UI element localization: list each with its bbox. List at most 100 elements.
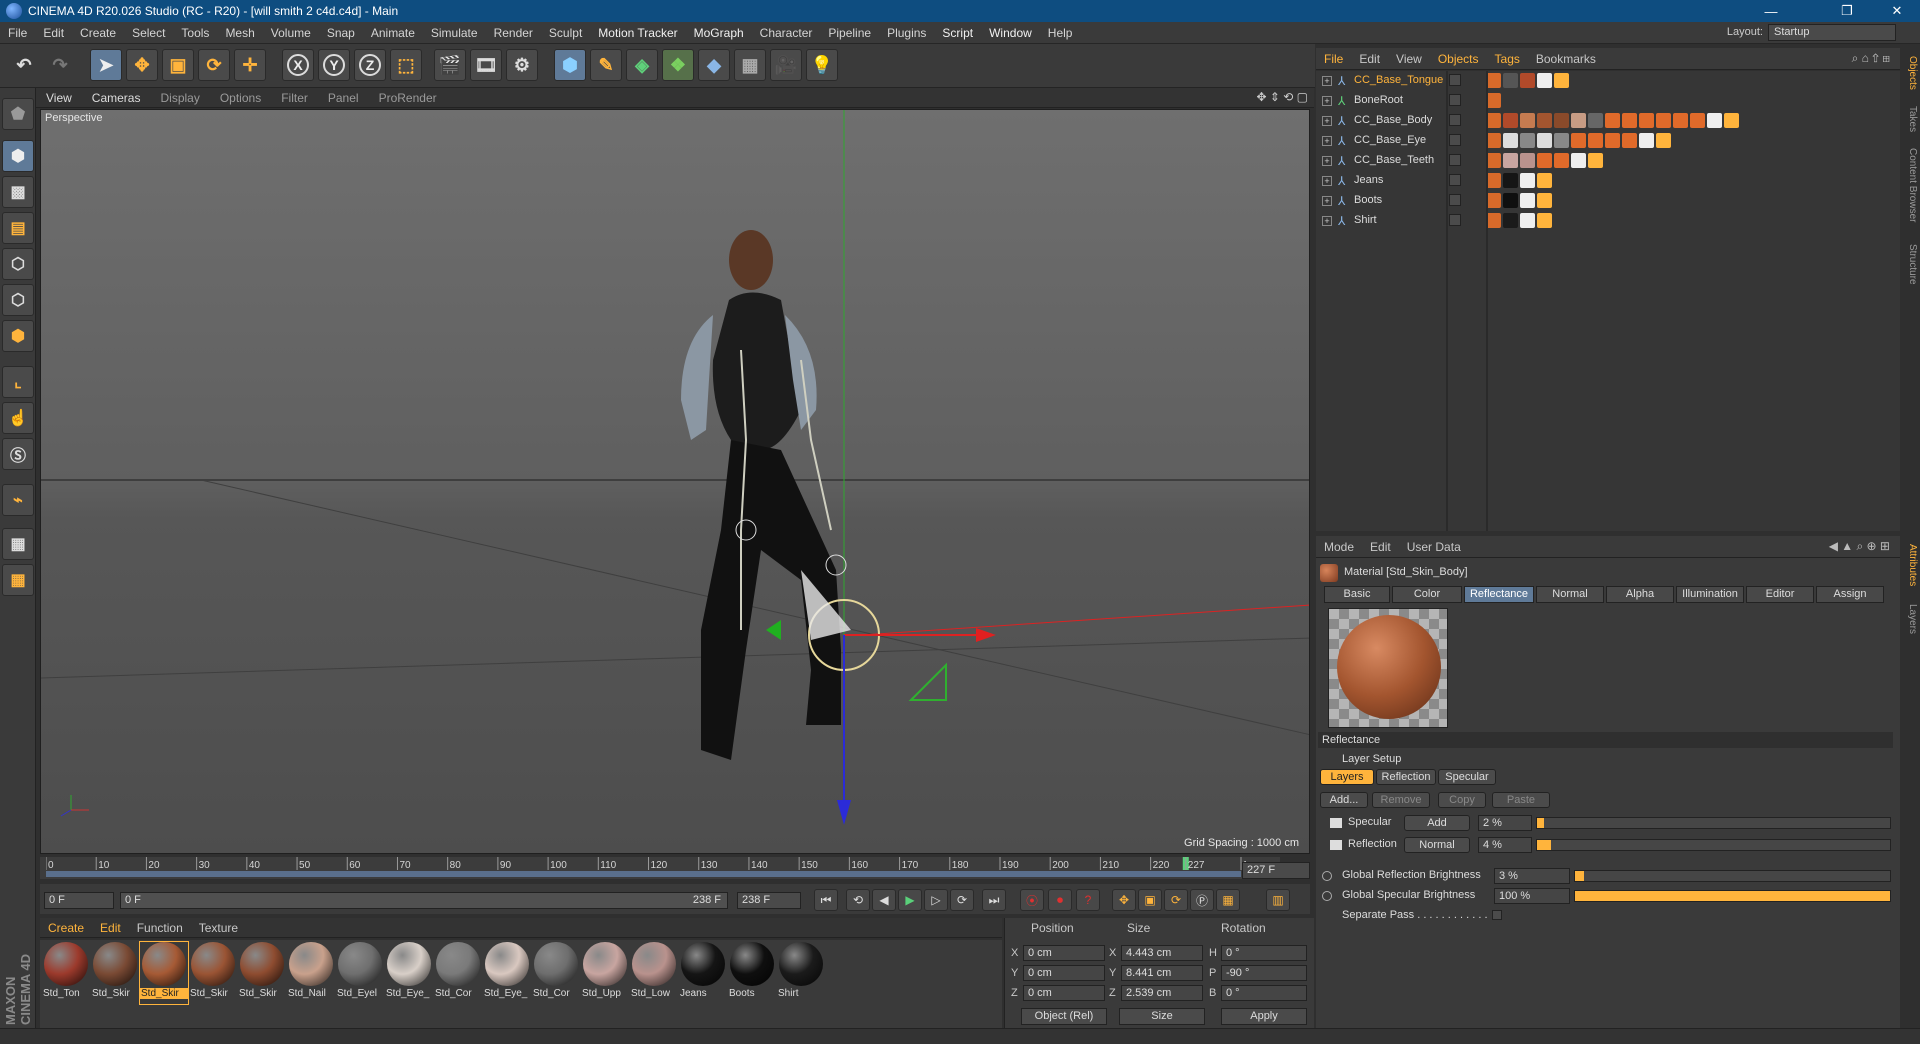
planar-workplane-icon[interactable]: ▦ xyxy=(2,564,34,596)
expand-toggle-icon[interactable]: + xyxy=(1322,196,1332,206)
end-frame-field[interactable]: 238 F xyxy=(737,892,801,909)
render-settings-icon[interactable]: ⚙ xyxy=(506,49,538,81)
viewport-menu-options[interactable]: Options xyxy=(210,91,271,105)
menu-render[interactable]: Render xyxy=(486,26,541,40)
obj-menu-tags[interactable]: Tags xyxy=(1487,52,1528,66)
side-tab-layers[interactable]: Layers xyxy=(1902,604,1918,634)
viewport-nav-icons[interactable]: ✥ ⇕ ⟲ ▢ xyxy=(1256,90,1308,104)
autokeying-icon[interactable]: ⏺ xyxy=(1048,889,1072,911)
edges-mode-icon[interactable]: ⬡ xyxy=(2,284,34,316)
tag-icon[interactable] xyxy=(1588,153,1603,168)
tag-icon[interactable] xyxy=(1537,173,1552,188)
tag-icon[interactable] xyxy=(1554,133,1569,148)
global-specular-field[interactable]: 100 % xyxy=(1494,888,1570,904)
material-thumbnail[interactable]: Std_Eyel xyxy=(336,942,384,1004)
maximize-button[interactable]: ❐ xyxy=(1826,0,1868,22)
y-axis-lock-button[interactable]: Y xyxy=(318,49,350,81)
material-thumbnail[interactable]: Std_Nail xyxy=(287,942,335,1004)
layer-visibility-icon[interactable] xyxy=(1449,154,1461,166)
tab-basic[interactable]: Basic xyxy=(1324,586,1390,603)
tag-icon[interactable] xyxy=(1673,113,1688,128)
layer-visibility-icon[interactable] xyxy=(1449,174,1461,186)
recent-tool-icon[interactable]: ✛ xyxy=(234,49,266,81)
menu-volume[interactable]: Volume xyxy=(263,26,319,40)
attr-menu-edit[interactable]: Edit xyxy=(1362,540,1399,554)
model-mode-icon[interactable]: ⬢ xyxy=(2,140,34,172)
expand-toggle-icon[interactable]: + xyxy=(1322,156,1332,166)
viewport-menu-panel[interactable]: Panel xyxy=(318,91,369,105)
material-thumbnail[interactable]: Shirt xyxy=(777,942,825,1004)
layer-visibility-icon[interactable] xyxy=(1449,134,1461,146)
material-menu-edit[interactable]: Edit xyxy=(92,921,129,935)
key-position-icon[interactable]: ✥ xyxy=(1112,889,1136,911)
layer-visibility-icon[interactable] xyxy=(1449,214,1461,226)
points-mode-icon[interactable]: ⬡ xyxy=(2,248,34,280)
material-thumbnail[interactable]: Boots xyxy=(728,942,776,1004)
x-axis-lock-button[interactable]: X xyxy=(282,49,314,81)
obj-menu-file[interactable]: File xyxy=(1316,52,1351,66)
tag-icon[interactable] xyxy=(1503,113,1518,128)
go-to-start-icon[interactable]: ⏮ xyxy=(814,889,838,911)
tag-icon[interactable] xyxy=(1486,73,1501,88)
record-keys-icon[interactable]: ⦿ xyxy=(1020,889,1044,911)
layout-dropdown[interactable]: Startup xyxy=(1768,24,1896,41)
material-thumbnail[interactable]: Std_Upp xyxy=(581,942,629,1004)
material-thumbnail[interactable]: Std_Skir xyxy=(238,942,286,1004)
global-specular-slider[interactable] xyxy=(1574,890,1891,902)
tab-normal[interactable]: Normal xyxy=(1536,586,1604,603)
z-axis-lock-button[interactable]: Z xyxy=(354,49,386,81)
tag-icon[interactable] xyxy=(1622,133,1637,148)
tag-icon[interactable] xyxy=(1537,133,1552,148)
rot-b-field[interactable]: 0 ° xyxy=(1221,985,1307,1001)
tag-icon[interactable] xyxy=(1605,113,1620,128)
menu-tools[interactable]: Tools xyxy=(173,26,217,40)
viewport-menu-view[interactable]: View xyxy=(36,91,82,105)
tag-icon[interactable] xyxy=(1503,153,1518,168)
key-parameter-icon[interactable]: Ⓟ xyxy=(1190,889,1214,911)
menu-file[interactable]: File xyxy=(0,26,35,40)
rotate-tool-icon[interactable]: ⟳ xyxy=(198,49,230,81)
tag-icon[interactable] xyxy=(1537,213,1552,228)
tag-icon[interactable] xyxy=(1520,153,1535,168)
subtab-reflection[interactable]: Reflection xyxy=(1376,769,1436,785)
floor-icon[interactable]: ▦ xyxy=(734,49,766,81)
pen-spline-icon[interactable]: ✎ xyxy=(590,49,622,81)
tag-icon[interactable] xyxy=(1554,113,1569,128)
tag-icon[interactable] xyxy=(1520,173,1535,188)
enable-axis-icon[interactable]: ⌞ xyxy=(2,366,34,398)
object-row[interactable]: + ⅄ Boots xyxy=(1316,191,1900,211)
minimize-button[interactable]: — xyxy=(1750,0,1792,22)
material-thumbnail[interactable]: Std_Skir xyxy=(91,942,139,1004)
tag-icon[interactable] xyxy=(1503,193,1518,208)
tag-icon[interactable] xyxy=(1622,113,1637,128)
obj-menu-view[interactable]: View xyxy=(1388,52,1430,66)
menu-window[interactable]: Window xyxy=(981,26,1040,40)
attr-menu-mode[interactable]: Mode xyxy=(1316,540,1362,554)
tab-alpha[interactable]: Alpha xyxy=(1606,586,1674,603)
move-tool-icon[interactable]: ✥ xyxy=(126,49,158,81)
tag-icon[interactable] xyxy=(1520,73,1535,88)
object-row[interactable]: + ⅄ CC_Base_Tongue xyxy=(1316,71,1900,91)
layer-visibility-icon[interactable] xyxy=(1330,840,1342,850)
object-name[interactable]: CC_Base_Tongue xyxy=(1354,74,1443,86)
remove-layer-button[interactable]: Remove xyxy=(1372,792,1430,808)
menu-simulate[interactable]: Simulate xyxy=(423,26,486,40)
tag-icon[interactable] xyxy=(1520,133,1535,148)
keyframe-selection-icon[interactable]: ? xyxy=(1076,889,1100,911)
rot-h-field[interactable]: 0 ° xyxy=(1221,945,1307,961)
tag-icon[interactable] xyxy=(1537,113,1552,128)
tag-icon[interactable] xyxy=(1656,133,1671,148)
viewport-menu-filter[interactable]: Filter xyxy=(271,91,318,105)
material-menu-function[interactable]: Function xyxy=(129,921,191,935)
specular-blend-dropdown[interactable]: Add xyxy=(1404,815,1470,831)
polygons-mode-icon[interactable]: ⬢ xyxy=(2,320,34,352)
material-thumbnail[interactable]: Std_Eye_ xyxy=(385,942,433,1004)
material-thumbnail[interactable]: Std_Low xyxy=(630,942,678,1004)
layer-visibility-icon[interactable] xyxy=(1449,74,1461,86)
tag-icon[interactable] xyxy=(1486,133,1501,148)
object-name[interactable]: CC_Base_Eye xyxy=(1354,134,1426,146)
workplane-lock-icon[interactable]: ▦ xyxy=(2,528,34,560)
object-name[interactable]: BoneRoot xyxy=(1354,94,1403,106)
coordinate-mode-dropdown[interactable]: Object (Rel) xyxy=(1021,1008,1107,1025)
obj-menu-objects[interactable]: Objects xyxy=(1430,52,1487,66)
